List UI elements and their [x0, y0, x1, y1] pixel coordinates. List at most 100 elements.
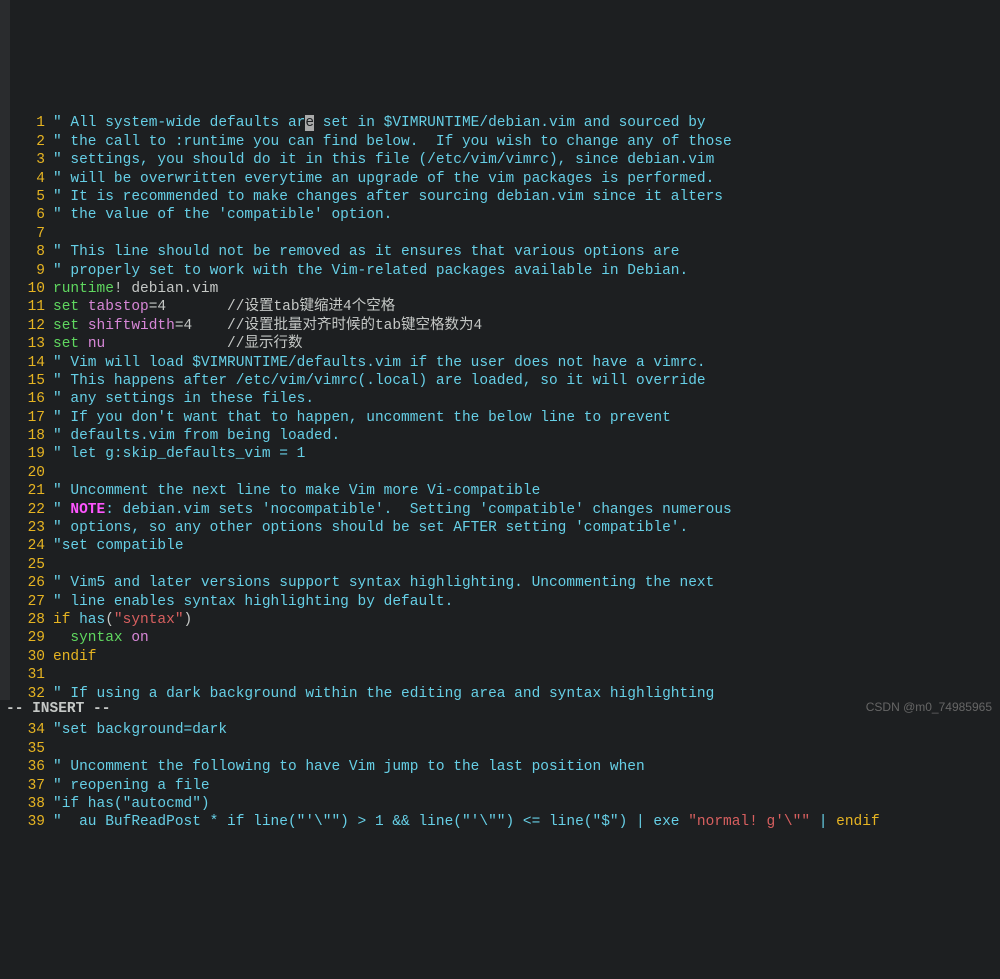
code-line[interactable]: set shiftwidth=4 //设置批量对齐时候的tab键空格数为4: [53, 317, 1000, 335]
code-token: [53, 630, 70, 646]
code-token: shiftwidth: [88, 318, 175, 334]
code-token: " the value of the 'compatible' option.: [53, 207, 392, 223]
code-line[interactable]: " let g:skip_defaults_vim = 1: [53, 445, 1000, 463]
code-token: " Vim will load $VIMRUNTIME/defaults.vim…: [53, 355, 706, 371]
code-token: NOTE: [70, 502, 105, 518]
code-token: endif: [836, 814, 880, 830]
code-token: endif: [53, 649, 97, 665]
code-token: if: [53, 612, 70, 628]
code-token: " If you don't want that to happen, unco…: [53, 410, 671, 426]
code-token: " Vim5 and later versions support syntax…: [53, 575, 714, 591]
code-line[interactable]: " defaults.vim from being loaded.: [53, 427, 1000, 445]
code-token: " reopening a file: [53, 778, 210, 794]
code-line[interactable]: " the call to :runtime you can find belo…: [53, 133, 1000, 151]
code-token: " line enables syntax highlighting by de…: [53, 594, 453, 610]
code-line[interactable]: " properly set to work with the Vim-rela…: [53, 262, 1000, 280]
watermark-text: CSDN @m0_74985965: [866, 698, 992, 716]
code-token: |: [810, 814, 836, 830]
code-line[interactable]: " settings, you should do it in this fil…: [53, 151, 1000, 169]
code-line[interactable]: " the value of the 'compatible' option.: [53, 206, 1000, 224]
code-token: " any settings in these files.: [53, 391, 314, 407]
code-token: "set compatible: [53, 538, 184, 554]
code-line[interactable]: " Vim5 and later versions support syntax…: [53, 574, 1000, 592]
code-line[interactable]: runtime! debian.vim: [53, 280, 1000, 298]
code-line[interactable]: " If you don't want that to happen, unco…: [53, 409, 1000, 427]
code-line[interactable]: " It is recommended to make changes afte…: [53, 188, 1000, 206]
code-line[interactable]: " All system-wide defaults are set in $V…: [53, 114, 1000, 132]
code-token: =4 //设置tab键缩进4个空格: [149, 299, 396, 315]
code-token: " au BufReadPost * if line("'\"") > 1 &&…: [53, 814, 688, 830]
code-line[interactable]: " This line should not be removed as it …: [53, 243, 1000, 261]
code-token: "syntax": [114, 612, 184, 628]
code-token: set: [53, 299, 79, 315]
code-line[interactable]: endif: [53, 648, 1000, 666]
code-token: (: [105, 612, 114, 628]
code-line[interactable]: if has("syntax"): [53, 611, 1000, 629]
code-token: " Uncomment the following to have Vim ju…: [53, 759, 645, 775]
code-line[interactable]: syntax on: [53, 629, 1000, 647]
code-line[interactable]: " Vim will load $VIMRUNTIME/defaults.vim…: [53, 354, 1000, 372]
code-token: [79, 299, 88, 315]
window-left-border: [0, 0, 10, 718]
vim-editor[interactable]: 1234567891011121314151617181920212223242…: [0, 110, 1000, 831]
line-number: 39: [0, 813, 45, 831]
code-token: on: [131, 630, 148, 646]
code-token: " the call to :runtime you can find belo…: [53, 134, 732, 150]
code-line[interactable]: [53, 740, 1000, 758]
vim-mode-status: -- INSERT --: [0, 700, 1000, 718]
code-token: nu: [88, 336, 105, 352]
code-token: "if has("autocmd"): [53, 796, 210, 812]
code-token: has: [79, 612, 105, 628]
line-number: 38: [0, 795, 45, 813]
code-line[interactable]: [53, 556, 1000, 574]
code-line[interactable]: set tabstop=4 //设置tab键缩进4个空格: [53, 298, 1000, 316]
code-token: "normal! g'\"": [688, 814, 810, 830]
code-token: "set background=dark: [53, 722, 227, 738]
line-number: 36: [0, 758, 45, 776]
code-line[interactable]: " au BufReadPost * if line("'\"") > 1 &&…: [53, 813, 1000, 831]
code-token: " This happens after /etc/vim/vimrc(.loc…: [53, 373, 706, 389]
code-line[interactable]: " options, so any other options should b…: [53, 519, 1000, 537]
code-token: " defaults.vim from being loaded.: [53, 428, 340, 444]
code-token: " Uncomment the next line to make Vim mo…: [53, 483, 540, 499]
code-token: =4 //设置批量对齐时候的tab键空格数为4: [175, 318, 482, 334]
code-token: runtime: [53, 281, 114, 297]
line-number: 35: [0, 740, 45, 758]
code-line[interactable]: "if has("autocmd"): [53, 795, 1000, 813]
code-token: ): [184, 612, 193, 628]
code-token: " All system-wide defaults ar: [53, 115, 305, 131]
code-line[interactable]: " any settings in these files.: [53, 390, 1000, 408]
code-token: " This line should not be removed as it …: [53, 244, 680, 260]
code-line[interactable]: " Uncomment the following to have Vim ju…: [53, 758, 1000, 776]
code-token: " options, so any other options should b…: [53, 520, 688, 536]
code-line[interactable]: " Uncomment the next line to make Vim mo…: [53, 482, 1000, 500]
code-line[interactable]: " reopening a file: [53, 777, 1000, 795]
code-token: ! debian.vim: [114, 281, 218, 297]
code-token: set: [53, 318, 79, 334]
code-token: " properly set to work with the Vim-rela…: [53, 263, 688, 279]
code-line[interactable]: [53, 464, 1000, 482]
code-token: [79, 336, 88, 352]
code-line[interactable]: [53, 225, 1000, 243]
code-token: set in $VIMRUNTIME/debian.vim and source…: [314, 115, 706, 131]
code-token: [70, 612, 79, 628]
line-number: 34: [0, 721, 45, 739]
code-line[interactable]: [53, 666, 1000, 684]
code-line[interactable]: " NOTE: debian.vim sets 'nocompatible'. …: [53, 501, 1000, 519]
code-token: : debian.vim sets 'nocompatible'. Settin…: [105, 502, 732, 518]
code-token: [79, 318, 88, 334]
text-cursor: e: [305, 115, 314, 131]
code-token: " let g:skip_defaults_vim = 1: [53, 446, 305, 462]
code-line[interactable]: "set compatible: [53, 537, 1000, 555]
code-area[interactable]: " All system-wide defaults are set in $V…: [53, 114, 1000, 831]
code-token: " will be overwritten everytime an upgra…: [53, 171, 714, 187]
code-line[interactable]: "set background=dark: [53, 721, 1000, 739]
code-token: " It is recommended to make changes afte…: [53, 189, 723, 205]
code-line[interactable]: " This happens after /etc/vim/vimrc(.loc…: [53, 372, 1000, 390]
code-line[interactable]: " line enables syntax highlighting by de…: [53, 593, 1000, 611]
code-token: ": [53, 502, 70, 518]
code-line[interactable]: set nu //显示行数: [53, 335, 1000, 353]
code-token: " settings, you should do it in this fil…: [53, 152, 714, 168]
code-token: //显示行数: [105, 336, 302, 352]
code-line[interactable]: " will be overwritten everytime an upgra…: [53, 170, 1000, 188]
